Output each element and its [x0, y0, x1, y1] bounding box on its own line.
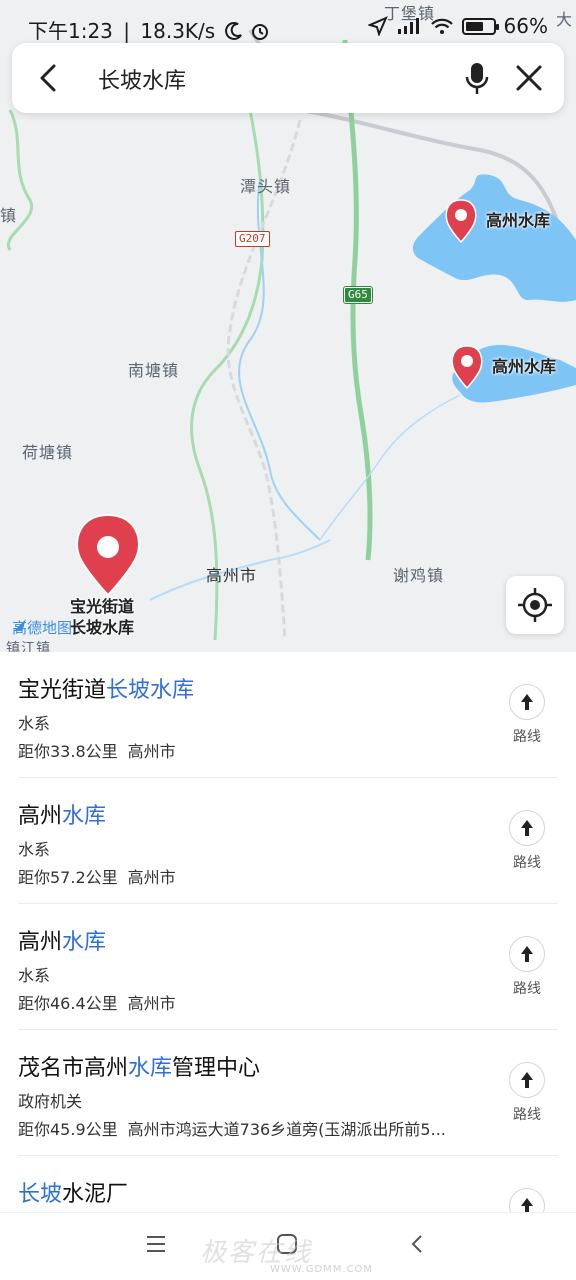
result-address: 高州市 — [127, 868, 176, 887]
network-speed: 18.3K/s — [140, 19, 216, 43]
status-right: 66% — [367, 14, 548, 38]
watermark-url: WWW.GDMM.COM — [270, 1264, 374, 1275]
route-circle — [509, 936, 545, 972]
result-meta: 距你46.4公里 高州市 — [18, 990, 176, 1014]
title-text-post: 管理中心 — [172, 1056, 261, 1081]
result-address: 高州市鸿运大道736乡道旁(玉湖派出所前5... — [127, 1120, 446, 1139]
back-arrow-icon[interactable] — [34, 62, 64, 94]
title-highlight: 水库 — [128, 1056, 173, 1081]
title-text: 宝光街道 — [18, 678, 107, 703]
result-meta: 距你33.8公里 高州市 — [18, 738, 176, 762]
route-label: 路线 — [513, 981, 541, 997]
locate-me-button[interactable] — [506, 576, 564, 634]
map-label-gaozhou-city: 高州市 — [206, 566, 258, 585]
route-button[interactable]: 路线 — [502, 936, 552, 997]
route-arrow-icon — [521, 694, 533, 710]
map-label-jiang-edge: 镇江镇 — [6, 641, 51, 652]
title-highlight: 长坡 — [18, 1182, 63, 1207]
map-label-hetang: 荷塘镇 — [22, 443, 74, 462]
result-title: 长坡水泥厂 — [18, 1176, 128, 1208]
map-label-nantang: 南塘镇 — [128, 361, 180, 380]
status-left: 下午1:23 | 18.3K/s — [28, 15, 270, 44]
route-label: 路线 — [513, 729, 541, 745]
pin-label-changpo[interactable]: 宝光街道 长坡水库 — [70, 596, 134, 638]
result-meta: 距你45.9公里 高州市鸿运大道736乡道旁(玉湖派出所前5... — [18, 1116, 446, 1140]
crosshair-icon — [518, 588, 552, 622]
result-distance: 距你57.2公里 — [18, 868, 118, 887]
route-arrow-icon — [521, 1198, 533, 1212]
result-distance: 距你46.4公里 — [18, 994, 118, 1013]
result-title: 高州水库 — [18, 798, 106, 830]
pin-label-gaozhou-1[interactable]: 高州水库 — [486, 207, 550, 231]
search-input[interactable]: 长坡水库 — [98, 63, 186, 95]
road-shield-g65: G65 — [344, 287, 372, 303]
moon-icon — [224, 22, 242, 40]
map-label-tantou: 潭头镇 — [240, 177, 292, 196]
route-arrow-icon — [521, 1072, 533, 1088]
result-address: 高州市 — [127, 742, 176, 761]
route-arrow-icon — [521, 820, 533, 836]
result-meta: 距你57.2公里 高州市 — [18, 864, 176, 888]
battery-fill — [465, 21, 483, 31]
route-label: 路线 — [513, 855, 541, 871]
route-circle — [509, 1188, 545, 1212]
route-button[interactable]: 路线 — [502, 1062, 552, 1123]
result-category: 水系 — [18, 840, 51, 859]
map-label-xieji: 谢鸡镇 — [393, 566, 445, 585]
battery-icon — [461, 17, 499, 35]
map-brand: 高德地图 — [12, 617, 72, 638]
result-category: 政府机关 — [18, 1092, 83, 1111]
pin-label-gaozhou-2[interactable]: 高州水库 — [492, 353, 556, 377]
result-item[interactable]: 宝光街道长坡水库 水系 距你33.8公里 高州市 路线 — [0, 652, 576, 778]
result-item[interactable]: 茂名市高州水库管理中心 政府机关 距你45.9公里 高州市鸿运大道736乡道旁(玉… — [0, 1030, 576, 1156]
route-button[interactable]: 路线 — [502, 684, 552, 745]
separator: | — [123, 19, 131, 43]
clock: 下午1:23 — [28, 19, 113, 43]
location-arrow-icon — [367, 16, 388, 36]
result-title: 高州水库 — [18, 924, 106, 956]
route-button[interactable] — [502, 1188, 552, 1212]
route-arrow-icon — [521, 946, 533, 962]
title-text: 高州 — [18, 804, 63, 829]
battery-percent: 66% — [503, 14, 548, 38]
route-circle — [509, 684, 545, 720]
map-pin-changpo — [76, 513, 140, 597]
result-title: 宝光街道长坡水库 — [18, 672, 194, 704]
title-highlight: 水库 — [62, 930, 107, 955]
alarm-icon — [251, 24, 268, 40]
result-distance: 距你45.9公里 — [18, 1120, 118, 1139]
result-category: 水系 — [18, 714, 51, 733]
map-label-zhen-edge: 镇 — [0, 206, 18, 225]
route-circle — [509, 1062, 545, 1098]
signal-icon — [397, 18, 419, 34]
title-text: 高州 — [18, 930, 63, 955]
close-icon[interactable] — [514, 63, 544, 93]
result-title: 茂名市高州水库管理中心 — [18, 1050, 260, 1082]
result-category: 水系 — [18, 966, 51, 985]
title-highlight: 长坡水库 — [106, 678, 195, 703]
amap-logo-icon — [14, 619, 26, 631]
result-address: 高州市 — [127, 994, 176, 1013]
wifi-icon — [430, 18, 453, 34]
result-item[interactable]: 高州水库 水系 距你46.4公里 高州市 路线 — [0, 904, 576, 1030]
search-bar: 长坡水库 — [12, 43, 564, 113]
route-label: 路线 — [513, 1107, 541, 1123]
route-circle — [509, 810, 545, 846]
road-shield-g207: G207 — [235, 231, 270, 247]
menu-icon[interactable] — [145, 1233, 167, 1255]
route-button[interactable]: 路线 — [502, 810, 552, 871]
results-list: 宝光街道长坡水库 水系 距你33.8公里 高州市 路线 高州水库 水系 距你57.… — [0, 652, 576, 1212]
result-item[interactable]: 高州水库 水系 距你57.2公里 高州市 路线 — [0, 778, 576, 904]
title-highlight: 水库 — [62, 804, 107, 829]
result-item[interactable]: 长坡水泥厂 — [0, 1156, 576, 1212]
back-icon[interactable] — [407, 1233, 429, 1255]
title-text: 茂名市高州 — [18, 1056, 129, 1081]
microphone-icon[interactable] — [464, 61, 490, 97]
result-distance: 距你33.8公里 — [18, 742, 118, 761]
title-text-post: 水泥厂 — [62, 1182, 129, 1207]
